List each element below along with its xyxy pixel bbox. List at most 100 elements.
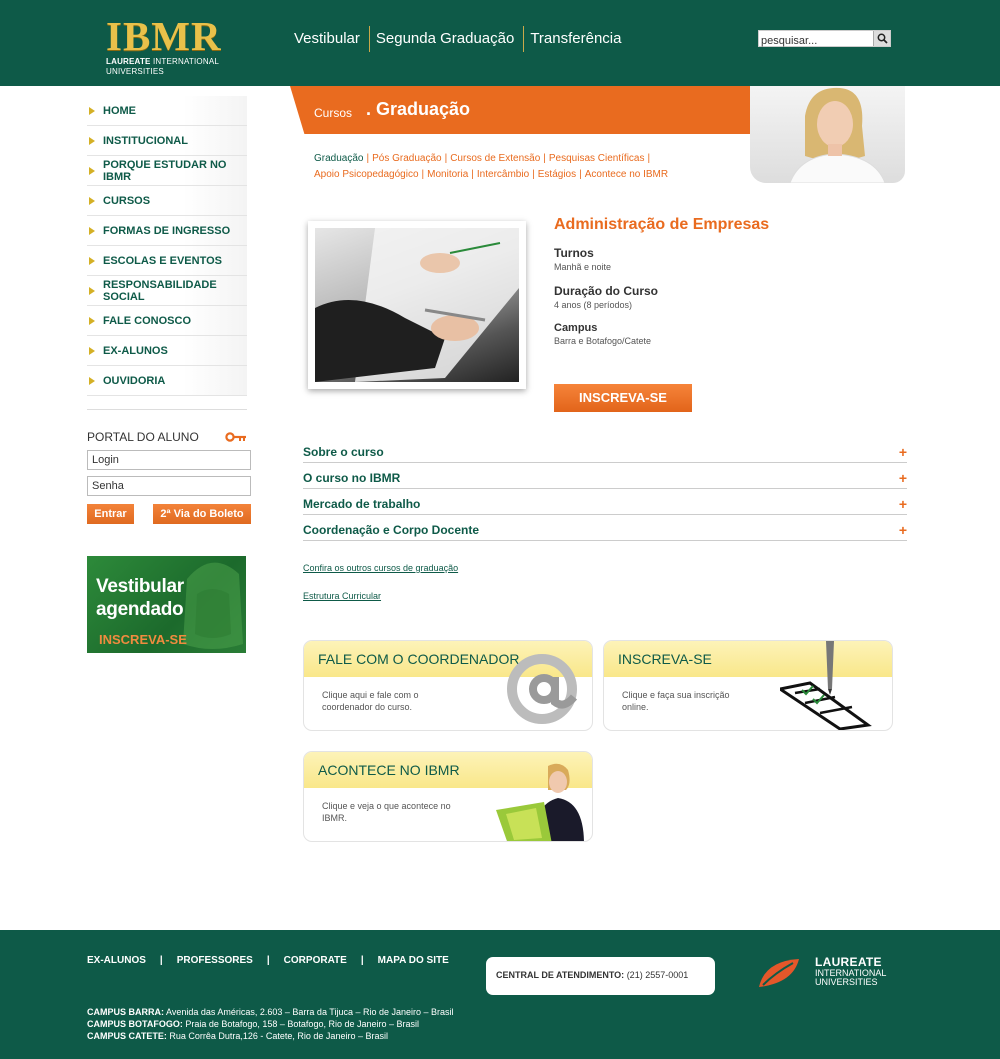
student-photo <box>750 86 905 183</box>
course-photo <box>308 221 526 389</box>
footer-link-mapa-site[interactable]: MAPA DO SITE <box>378 955 449 966</box>
subnav-graduacao[interactable]: Graduação <box>314 153 363 164</box>
sidebar-item-home[interactable]: HOME <box>87 96 247 126</box>
logo-text: IBMR <box>106 13 222 59</box>
login-input[interactable] <box>87 450 251 470</box>
arrow-bullet-icon <box>89 166 95 175</box>
sidebar-item-ouvidoria[interactable]: OUVIDORIA <box>87 366 247 396</box>
search-icon <box>877 33 888 44</box>
subnav-cursos-extensao[interactable]: Cursos de Extensão <box>450 153 540 164</box>
turnos-label: Turnos <box>554 246 594 260</box>
hands-writing-image <box>315 228 519 382</box>
sidebar-item-cursos[interactable]: CURSOS <box>87 186 247 216</box>
box-fale-coordenador[interactable]: FALE COM O COORDENADOR Clique aqui e fal… <box>303 640 593 731</box>
footer-link-professores[interactable]: PROFESSORES <box>177 955 253 966</box>
arrow-bullet-icon <box>89 106 95 115</box>
campus-addresses: CAMPUS BARRA: Avenida das Américas, 2.60… <box>87 1007 454 1041</box>
arrow-bullet-icon <box>89 286 95 295</box>
campus-value: Barra e Botafogo/Catete <box>554 336 652 346</box>
campus-barra-label: CAMPUS BARRA: <box>87 1007 164 1017</box>
duracao-value: 4 anos (8 períodos) <box>554 300 633 310</box>
accordion-curso-ibmr[interactable]: O curso no IBMR + <box>303 463 907 489</box>
campus-catete-label: CAMPUS CATETE: <box>87 1031 167 1041</box>
accordion-mercado-trabalho[interactable]: Mercado de trabalho + <box>303 489 907 515</box>
student-portal: PORTAL DO ALUNO Entrar 2ª Via do Boleto <box>87 409 251 524</box>
laureate-logo[interactable]: LAUREATE INTERNATIONAL UNIVERSITIES <box>757 955 897 995</box>
sidebar-item-ex-alunos[interactable]: EX-ALUNOS <box>87 336 247 366</box>
arrow-bullet-icon <box>89 136 95 145</box>
subnav-acontece[interactable]: Acontece no IBMR <box>585 169 668 180</box>
sidebar-item-institucional[interactable]: INSTITUCIONAL <box>87 126 247 156</box>
top-nav: Vestibular Segunda Graduação Transferênc… <box>288 26 630 52</box>
backpack-illustration <box>183 562 243 649</box>
box-text: Clique e veja o que acontece no IBMR. <box>322 801 451 823</box>
site-header: IBMR LAUREATE INTERNATIONAL UNIVERSITIES… <box>0 0 1000 86</box>
course-subnav: Graduação | Pós Graduação | Cursos de Extens… <box>314 153 669 180</box>
turnos-value: Manhã e noite <box>554 262 612 272</box>
subnav-pos-graduacao[interactable]: Pós Graduação <box>372 153 442 164</box>
box-acontece-ibmr[interactable]: ACONTECE NO IBMR Clique e veja o que aco… <box>303 751 593 842</box>
arrow-bullet-icon <box>89 256 95 265</box>
inscreva-se-button[interactable]: INSCREVA-SE <box>554 384 692 412</box>
plus-icon: + <box>898 443 907 460</box>
central-phone: (21) 2557-0001 <box>626 970 689 980</box>
search-button[interactable] <box>873 31 890 46</box>
vestibular-banner[interactable]: Vestibular agendado INSCREVA-SE <box>87 556 246 653</box>
sidebar-item-responsabilidade-social[interactable]: RESPONSABILIDADE SOCIAL <box>87 276 247 306</box>
portal-title: PORTAL DO ALUNO <box>87 430 199 444</box>
accordion-sobre-curso[interactable]: Sobre o curso + <box>303 437 907 463</box>
arrow-bullet-icon <box>89 316 95 325</box>
subnav-intercambio[interactable]: Intercâmbio <box>477 169 529 180</box>
ibmr-logo[interactable]: IBMR LAUREATE INTERNATIONAL UNIVERSITIES <box>106 13 246 77</box>
password-input[interactable] <box>87 476 251 496</box>
link-outros-cursos[interactable]: Confira os outros cursos de graduação <box>303 563 458 573</box>
sidebar-nav: HOME INSTITUCIONAL PORQUE ESTUDAR NO IBM… <box>87 96 247 396</box>
search-input[interactable] <box>759 33 872 49</box>
page-title: . Graduação <box>366 99 471 119</box>
box-text: Clique e faça sua inscrição online. <box>622 690 730 712</box>
duracao-label: Duração do Curso <box>554 284 659 298</box>
arrow-bullet-icon <box>89 346 95 355</box>
login-button[interactable]: Entrar <box>87 504 134 524</box>
sidebar-item-escolas-eventos[interactable]: ESCOLAS E EVENTOS <box>87 246 247 276</box>
boleto-button[interactable]: 2ª Via do Boleto <box>153 504 251 524</box>
campus-botafogo-label: CAMPUS BOTAFOGO: <box>87 1019 183 1029</box>
subnav-monitoria[interactable]: Monitoria <box>427 169 468 180</box>
subnav-pesquisas[interactable]: Pesquisas Científicas <box>549 153 645 164</box>
course-title: Administração de Empresas <box>554 216 770 233</box>
topnav-vestibular[interactable]: Vestibular <box>288 26 369 52</box>
topnav-transferencia[interactable]: Transferência <box>523 26 630 52</box>
subnav-estagios[interactable]: Estágios <box>538 169 576 180</box>
breadcrumb-cursos[interactable]: Cursos <box>314 106 352 120</box>
banner-cta: INSCREVA-SE <box>99 632 187 647</box>
woman-portrait-image <box>789 87 886 183</box>
arrow-bullet-icon <box>89 226 95 235</box>
pen-checklist-icon <box>780 641 872 730</box>
box-text: Clique aqui e fale com o coordenador do … <box>322 690 419 712</box>
subnav-apoio[interactable]: Apoio Psicopedagógico <box>314 169 419 180</box>
course-accordion: Sobre o curso + O curso no IBMR + Mercado … <box>303 437 907 541</box>
course-info: Administração de Empresas Turnos Manhã e… <box>554 216 894 358</box>
footer-link-corporate[interactable]: CORPORATE <box>284 955 347 966</box>
accordion-coordenacao[interactable]: Coordenação e Corpo Docente + <box>303 515 907 541</box>
box-inscreva-se[interactable]: INSCREVA-SE Clique e faça sua inscrição … <box>603 640 893 731</box>
at-sign-icon <box>507 654 578 724</box>
topnav-segunda-graduacao[interactable]: Segunda Graduação <box>368 26 523 52</box>
footer-nav: EX-ALUNOS | PROFESSORES | CORPORATE | MAPA DO … <box>87 955 449 966</box>
sidebar-item-porque-estudar[interactable]: PORQUE ESTUDAR NO IBMR <box>87 156 247 186</box>
plus-icon: + <box>898 469 907 486</box>
section-title-band: Cursos . Graduação <box>290 86 770 134</box>
course-links: Confira os outros cursos de graduação Es… <box>303 563 458 619</box>
link-estrutura-curricular[interactable]: Estrutura Curricular <box>303 591 458 601</box>
footer-link-ex-alunos[interactable]: EX-ALUNOS <box>87 955 146 966</box>
plus-icon: + <box>898 495 907 512</box>
campus-label: Campus <box>554 322 598 334</box>
arrow-bullet-icon <box>89 196 95 205</box>
logo-laureate: LAUREATE <box>106 57 151 66</box>
laureate-leaf-icon <box>759 959 799 987</box>
sidebar-item-formas-ingresso[interactable]: FORMAS DE INGRESSO <box>87 216 247 246</box>
banner-line2: agendado <box>96 599 184 620</box>
plus-icon: + <box>898 521 907 538</box>
key-icon <box>225 432 246 442</box>
sidebar-item-fale-conosco[interactable]: FALE CONOSCO <box>87 306 247 336</box>
